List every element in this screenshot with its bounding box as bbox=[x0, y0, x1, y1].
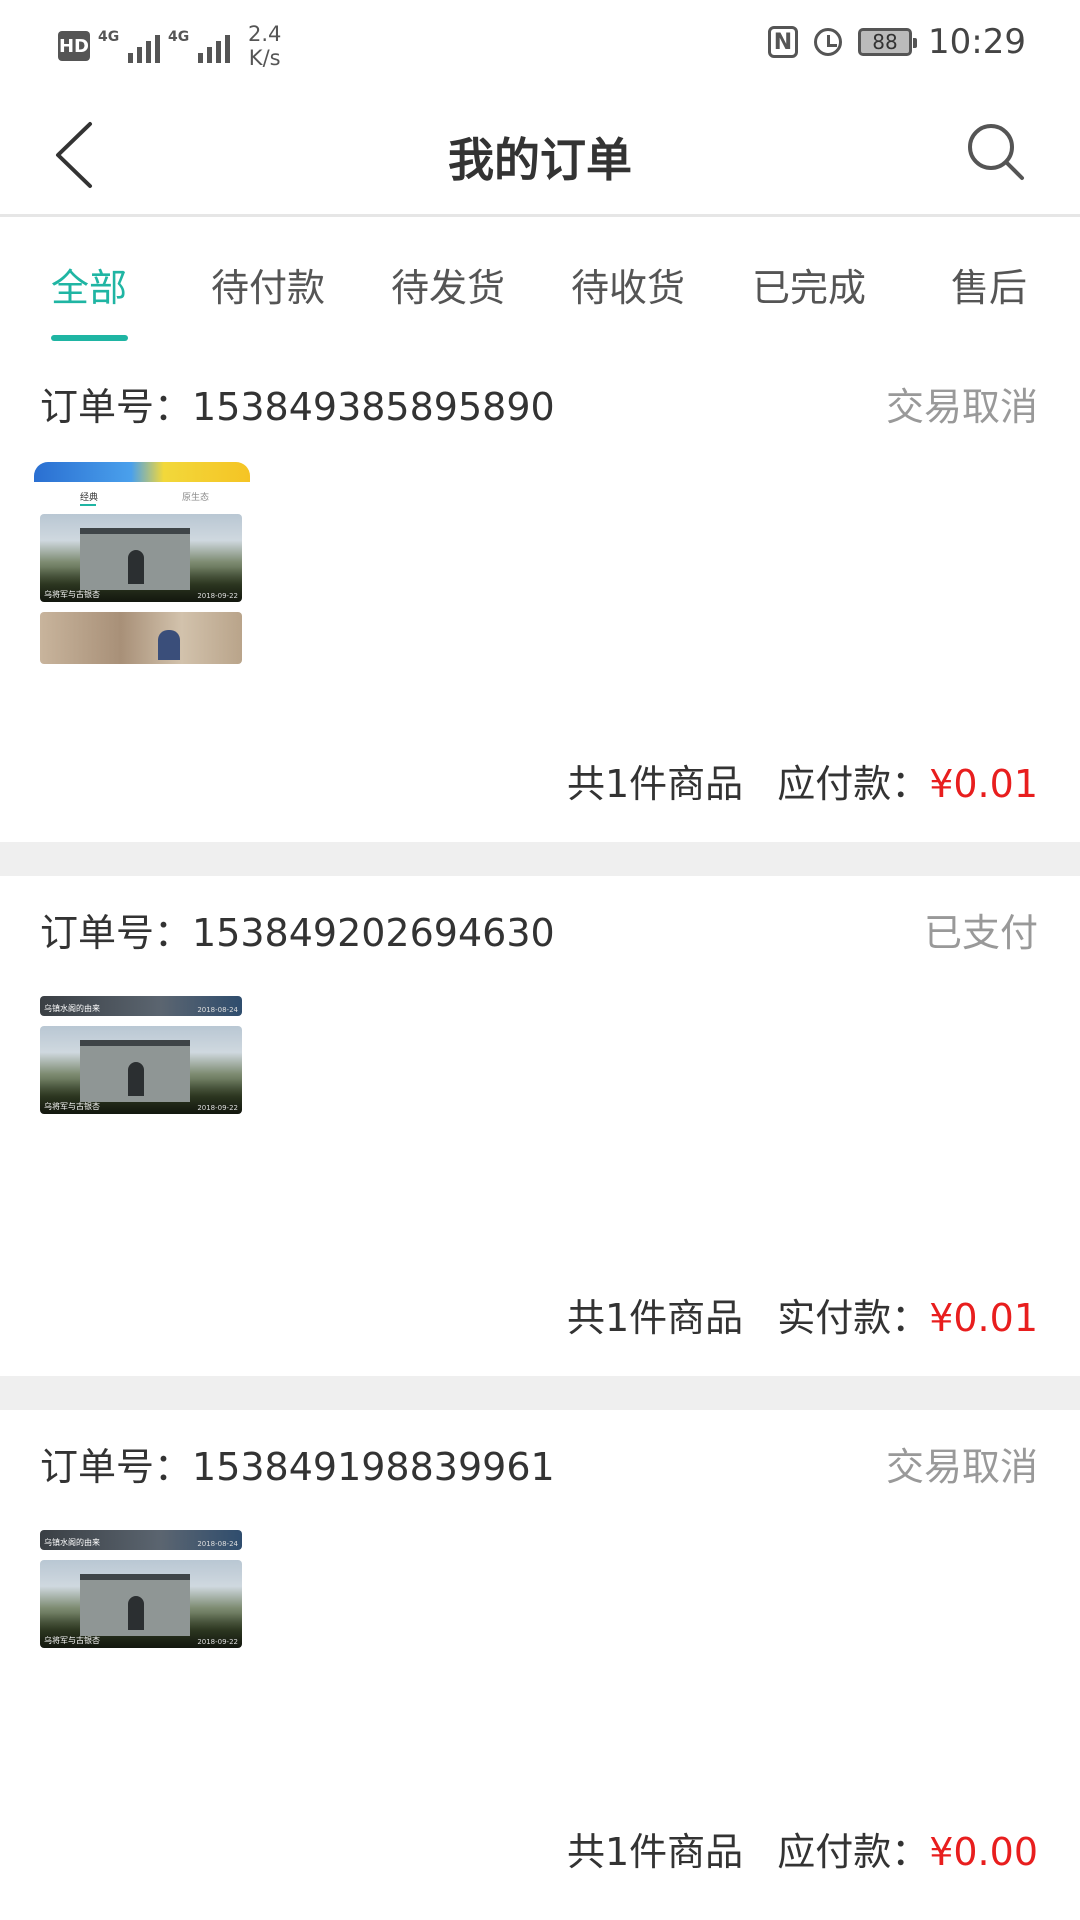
tab-after-sales[interactable]: 售后 bbox=[951, 257, 1027, 312]
order-number: 订单号：153849385895890 bbox=[40, 376, 555, 431]
payment-label: 实付款： bbox=[777, 1296, 930, 1340]
thumbnail-tab-2: 原生态 bbox=[182, 493, 210, 503]
battery-icon: 88 bbox=[858, 28, 918, 56]
network-speed-unit: K/s bbox=[248, 46, 281, 70]
order-card[interactable]: 订单号：153849385895890 交易取消 经典 原生态 乌将军与古银杏 … bbox=[0, 350, 1080, 842]
order-divider bbox=[0, 842, 1080, 876]
payment-label: 应付款： bbox=[777, 1830, 930, 1874]
order-card[interactable]: 订单号：153849202694630 已支付 乌镇水阁的由来 2018-08-… bbox=[0, 876, 1080, 1376]
hd-icon: HD bbox=[58, 31, 90, 61]
tab-pending-receipt[interactable]: 待收货 bbox=[571, 257, 685, 312]
payment-summary: 应付款：¥0.01 bbox=[777, 753, 1038, 808]
order-number-value: 153849198839961 bbox=[192, 1445, 555, 1489]
order-card[interactable]: 订单号：153849198839961 交易取消 乌镇水阁的由来 2018-08… bbox=[0, 1410, 1080, 1910]
order-footer: 共1件商品 应付款：¥0.01 bbox=[567, 753, 1038, 808]
product-thumbnail[interactable]: 乌镇水阁的由来 2018-08-24 乌将军与古银杏 2018-09-22 bbox=[34, 1530, 250, 1648]
order-status: 交易取消 bbox=[885, 1445, 1038, 1489]
payment-label: 应付款： bbox=[777, 762, 930, 806]
item-count: 共1件商品 bbox=[567, 1296, 744, 1340]
tab-pending-payment[interactable]: 待付款 bbox=[211, 257, 325, 312]
order-tabs: 全部 待付款 待发货 待收货 已完成 售后 bbox=[0, 217, 1080, 347]
thumbnail-strip-date: 2018-08-24 bbox=[197, 1540, 238, 1548]
signal-icon-1: 4G bbox=[98, 29, 160, 63]
thumbnail-strip: 乌镇水阁的由来 2018-08-24 bbox=[40, 996, 242, 1016]
status-bar: HD 4G 4G 2.4 K/s N 88 10:29 bbox=[0, 0, 1080, 96]
thumbnail-caption: 乌将军与古银杏 bbox=[44, 590, 100, 599]
status-right: N 88 10:29 bbox=[768, 22, 1026, 62]
payment-summary: 实付款：¥0.01 bbox=[777, 1287, 1038, 1342]
status-left: HD 4G 4G 2.4 K/s bbox=[58, 22, 281, 70]
page-title: 我的订单 bbox=[448, 133, 632, 187]
order-number-value: 153849385895890 bbox=[192, 385, 555, 429]
item-count: 共1件商品 bbox=[567, 1830, 744, 1874]
order-number-label: 订单号： bbox=[40, 385, 193, 429]
order-number-value: 153849202694630 bbox=[192, 911, 555, 955]
order-number: 订单号：153849202694630 bbox=[40, 902, 555, 957]
payment-amount: ¥0.00 bbox=[929, 1830, 1038, 1874]
thumbnail-tab-1: 经典 bbox=[80, 493, 99, 503]
thumbnail-strip-caption: 乌镇水阁的由来 bbox=[44, 1004, 100, 1013]
app-header: 我的订单 bbox=[0, 96, 1080, 217]
order-number-label: 订单号： bbox=[40, 1445, 193, 1489]
nfc-icon: N bbox=[768, 26, 799, 58]
order-number: 订单号：153849198839961 bbox=[40, 1436, 555, 1491]
thumbnail-photo-2 bbox=[40, 612, 242, 664]
product-thumbnail[interactable]: 乌镇水阁的由来 2018-08-24 乌将军与古银杏 2018-09-22 bbox=[34, 996, 250, 1114]
thumbnail-caption: 乌将军与古银杏 bbox=[44, 1102, 100, 1111]
payment-amount: ¥0.01 bbox=[929, 1296, 1038, 1340]
thumbnail-strip-caption: 乌镇水阁的由来 bbox=[44, 1538, 100, 1547]
order-divider bbox=[0, 1376, 1080, 1410]
alarm-icon bbox=[814, 28, 843, 56]
network-type-2: 4G bbox=[168, 29, 190, 45]
thumbnail-strip-date: 2018-08-24 bbox=[197, 1006, 238, 1014]
product-thumbnail[interactable]: 经典 原生态 乌将军与古银杏 2018-09-22 bbox=[34, 462, 250, 664]
thumbnail-date: 2018-09-22 bbox=[197, 1638, 238, 1646]
thumbnail-caption: 乌将军与古银杏 bbox=[44, 1636, 100, 1645]
tab-completed[interactable]: 已完成 bbox=[752, 257, 866, 312]
payment-summary: 应付款：¥0.00 bbox=[777, 1821, 1038, 1876]
order-footer: 共1件商品 实付款：¥0.01 bbox=[567, 1287, 1038, 1342]
order-footer: 共1件商品 应付款：¥0.00 bbox=[567, 1821, 1038, 1876]
order-status: 交易取消 bbox=[885, 385, 1038, 429]
thumbnail-date: 2018-09-22 bbox=[197, 592, 238, 600]
network-speed: 2.4 K/s bbox=[248, 22, 281, 70]
network-type-1: 4G bbox=[98, 29, 120, 45]
tab-all[interactable]: 全部 bbox=[51, 257, 127, 312]
thumbnail-photo: 乌将军与古银杏 2018-09-22 bbox=[40, 514, 242, 602]
thumbnail-photo: 乌将军与古银杏 2018-09-22 bbox=[40, 1560, 242, 1648]
clock: 10:29 bbox=[928, 22, 1026, 62]
order-status: 已支付 bbox=[923, 911, 1038, 955]
order-number-label: 订单号： bbox=[40, 911, 193, 955]
active-tab-indicator bbox=[51, 335, 128, 341]
signal-icon-2: 4G bbox=[168, 29, 230, 63]
thumbnail-tabbar: 经典 原生态 bbox=[34, 462, 250, 506]
thumbnail-strip: 乌镇水阁的由来 2018-08-24 bbox=[40, 1530, 242, 1550]
tab-pending-shipment[interactable]: 待发货 bbox=[391, 257, 505, 312]
payment-amount: ¥0.01 bbox=[929, 762, 1038, 806]
thumbnail-photo: 乌将军与古银杏 2018-09-22 bbox=[40, 1026, 242, 1114]
item-count: 共1件商品 bbox=[567, 762, 744, 806]
thumbnail-date: 2018-09-22 bbox=[197, 1104, 238, 1112]
search-icon[interactable] bbox=[964, 120, 1028, 184]
network-speed-value: 2.4 bbox=[248, 22, 282, 46]
